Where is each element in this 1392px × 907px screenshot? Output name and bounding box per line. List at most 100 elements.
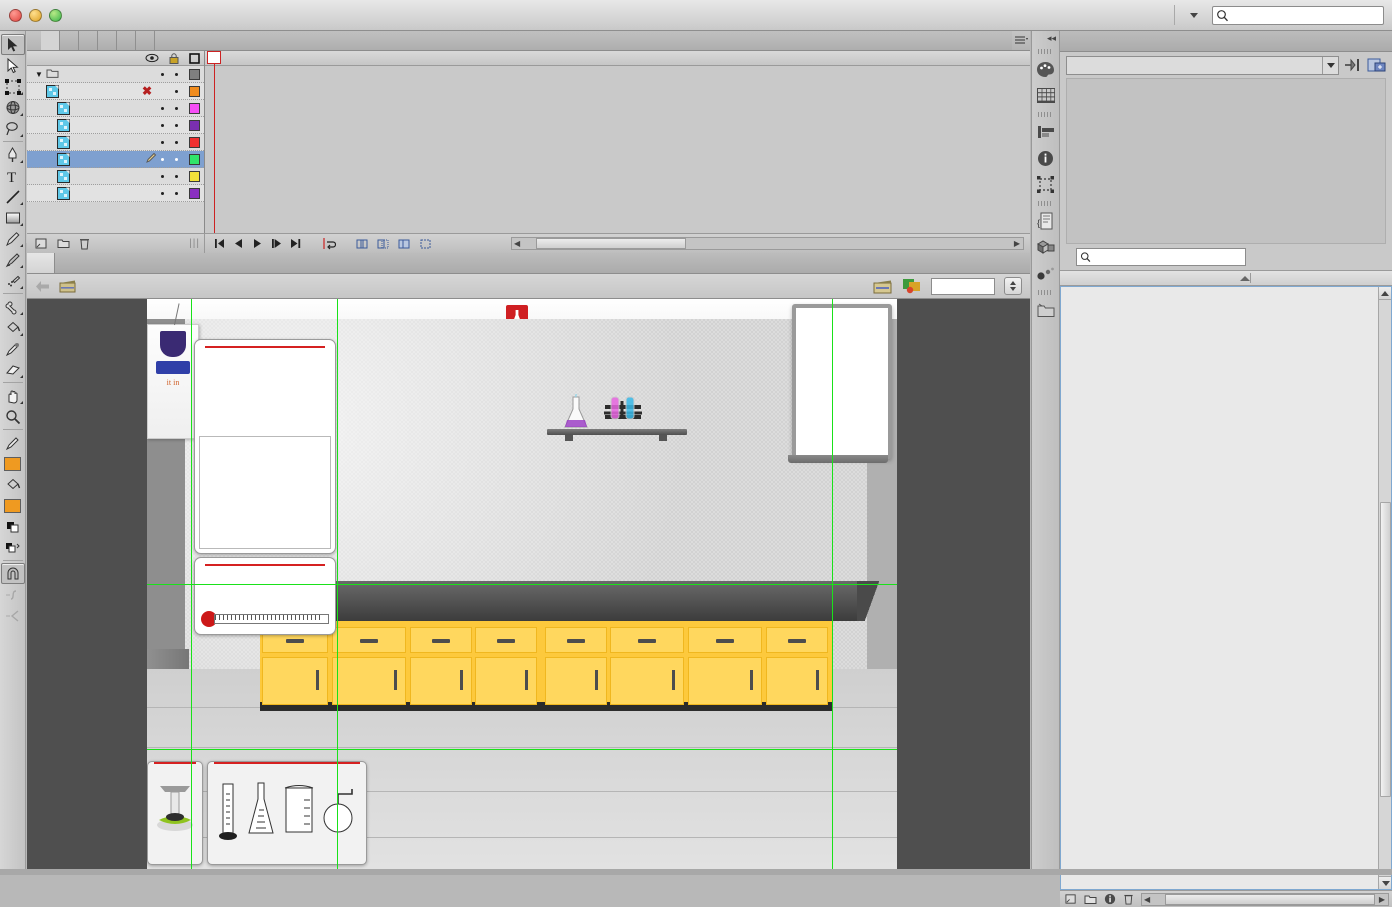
step-back-icon[interactable] <box>233 238 244 249</box>
layer-row-sto[interactable] <box>27 134 204 151</box>
outline-color-box[interactable] <box>189 187 200 199</box>
scrollbar-thumb[interactable] <box>1380 502 1391 797</box>
layer-row-folder1[interactable]: ▼ <box>27 66 204 83</box>
graduated-cylinder-icon[interactable] <box>217 780 239 842</box>
dock-group-grip[interactable] <box>1038 201 1053 206</box>
layer-row-flas[interactable] <box>27 117 204 134</box>
outline-color-box[interactable] <box>189 102 200 114</box>
library-panel-icon[interactable] <box>1034 297 1058 323</box>
panel-menu-icon[interactable] <box>1012 31 1030 50</box>
new-library-panel-icon[interactable] <box>1367 57 1386 73</box>
timeline-tab-timeline[interactable] <box>41 31 60 50</box>
beaker-icon[interactable] <box>282 780 316 842</box>
lock-dot[interactable] <box>175 174 178 178</box>
lock-icon[interactable] <box>169 52 179 64</box>
outline-color-box[interactable] <box>189 153 200 165</box>
scrollbar-thumb[interactable] <box>1165 893 1376 905</box>
library-vertical-scrollbar[interactable] <box>1378 287 1391 889</box>
eye-icon[interactable] <box>145 53 159 63</box>
visibility-dot[interactable] <box>161 106 164 110</box>
layer-toggles[interactable] <box>161 187 204 199</box>
help-search-box[interactable] <box>1212 5 1384 25</box>
guide-horizontal[interactable] <box>147 584 897 585</box>
outline-color-box[interactable] <box>189 136 200 148</box>
outline-color-box[interactable] <box>189 85 200 97</box>
snap-to-objects-toggle[interactable] <box>0 563 25 584</box>
paint-bucket-tool[interactable] <box>1 317 25 338</box>
dock-expand-button[interactable]: ◂◂ <box>1032 31 1059 45</box>
dock-group-grip[interactable] <box>1038 290 1053 295</box>
properties-icon[interactable] <box>1104 893 1116 905</box>
outline-color-box[interactable] <box>189 119 200 131</box>
swap-colors-button[interactable] <box>1 537 25 558</box>
playback-controls[interactable] <box>205 237 505 250</box>
scroll-up-arrow-icon[interactable] <box>1379 287 1391 300</box>
layer-row-hea[interactable] <box>27 100 204 117</box>
new-symbol-icon[interactable] <box>1065 893 1077 905</box>
lock-dot[interactable] <box>175 123 178 127</box>
stroke-color-picker[interactable] <box>1 432 25 453</box>
scrollbar-thumb[interactable] <box>536 238 687 249</box>
outline-color-box[interactable] <box>189 68 200 80</box>
test-tube-rack[interactable] <box>602 387 644 429</box>
delete-layer-icon[interactable] <box>79 237 90 250</box>
brush-tool[interactable] <box>1 249 25 270</box>
scroll-right-arrow-icon[interactable]: ▶ <box>1376 895 1388 904</box>
onion-skin-icon[interactable] <box>356 238 369 250</box>
whiteboard[interactable] <box>788 304 892 463</box>
workspace-switcher[interactable] <box>1174 5 1206 25</box>
library-column-header[interactable] <box>1060 270 1392 286</box>
timeline-tab-output[interactable] <box>60 31 79 50</box>
visibility-dot[interactable] <box>161 191 164 195</box>
timeline-tab-compiler-errors[interactable] <box>79 31 98 50</box>
new-layer-icon[interactable] <box>35 237 48 250</box>
play-icon[interactable] <box>252 238 263 249</box>
lock-dot[interactable] <box>175 72 178 76</box>
bunsen-burner-icon[interactable] <box>150 770 200 834</box>
help-search-input[interactable] <box>1229 9 1383 21</box>
eyedropper-tool[interactable] <box>1 338 25 359</box>
components-panel-icon[interactable] <box>1034 234 1058 260</box>
text-tool[interactable]: T <box>1 165 25 186</box>
layer-toggles[interactable] <box>161 119 204 131</box>
layer-row-info[interactable] <box>27 151 204 168</box>
disclosure-triangle-icon[interactable]: ▼ <box>35 70 43 79</box>
library-search-box[interactable] <box>1076 248 1246 266</box>
free-transform-tool[interactable] <box>1 76 25 97</box>
stage-canvas-area[interactable]: it in <box>27 299 1030 875</box>
erlenmeyer-flask-icon[interactable] <box>246 780 276 842</box>
edit-multiple-frames-icon[interactable] <box>398 238 411 250</box>
bone-tool[interactable] <box>1 296 25 317</box>
visibility-dot[interactable] <box>161 174 164 178</box>
layer-row-lab[interactable] <box>27 168 204 185</box>
guide-horizontal[interactable] <box>147 749 897 750</box>
dock-group-grip[interactable] <box>1038 112 1053 117</box>
motion-presets-panel-icon[interactable] <box>1034 260 1058 286</box>
spray-brush-tool[interactable] <box>1 270 25 291</box>
timeline-ruler[interactable] <box>205 51 1030 66</box>
pen-tool[interactable] <box>1 144 25 165</box>
color-panel-icon[interactable] <box>1034 56 1058 82</box>
back-arrow-icon[interactable] <box>35 280 50 293</box>
zoom-level-input[interactable] <box>931 277 995 295</box>
selection-tool[interactable] <box>0 34 25 55</box>
loop-playback-icon[interactable] <box>323 237 336 250</box>
layer-toggles[interactable] <box>161 68 204 80</box>
timeline-tab-dragonbonesdesignpanel[interactable] <box>136 31 155 50</box>
erlenmeyer-flask[interactable] <box>560 389 592 435</box>
lock-dot[interactable] <box>175 140 178 144</box>
minimize-window-button[interactable] <box>29 8 42 22</box>
close-window-button[interactable] <box>9 8 22 22</box>
zoom-stepper[interactable] <box>1004 277 1022 295</box>
timeline-tab-motion-editor[interactable] <box>98 31 117 50</box>
scroll-right-arrow-icon[interactable]: ▶ <box>1011 239 1023 248</box>
step-forward-icon[interactable] <box>271 238 282 249</box>
timeline-horizontal-scrollbar[interactable]: ◀ ▶ <box>511 237 1024 250</box>
chevron-down-icon[interactable] <box>1322 56 1338 74</box>
layer-toggles[interactable] <box>161 136 204 148</box>
delete-icon[interactable] <box>1123 893 1134 905</box>
onion-skin-outlines-icon[interactable] <box>377 238 390 250</box>
layer-row-bg[interactable] <box>27 185 204 202</box>
line-tool[interactable] <box>1 186 25 207</box>
layer-toggles[interactable]: ✖ <box>142 84 204 98</box>
